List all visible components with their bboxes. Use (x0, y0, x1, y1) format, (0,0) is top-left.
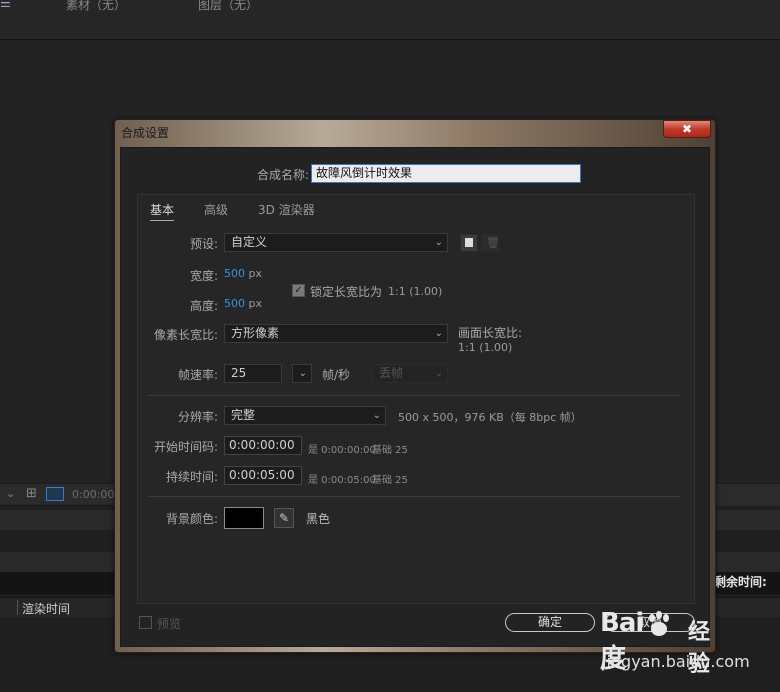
eyedropper-button[interactable]: ✎ (274, 508, 294, 528)
width-field[interactable]: 500 px (224, 267, 262, 280)
start-timecode-base: 基础 25 (372, 445, 408, 456)
frame-rate-unit: 帧/秒 (322, 368, 351, 382)
resolution-info: 500 x 500，976 KB（每 8bpc 帧） (398, 411, 582, 424)
panel-menu-icon[interactable]: ☰ (0, 0, 11, 10)
eyedropper-icon: ✎ (278, 511, 290, 525)
duration-label: 持续时间: (165, 470, 218, 484)
preview-label: 预览 (157, 617, 182, 631)
settings-panel: 基本 高级 3D 渲染器 预设: 自定义 ⌄ 🗑 宽度: 500 px 高度: … (137, 194, 695, 604)
ok-button[interactable]: 确定 (505, 613, 595, 632)
preset-dropdown[interactable]: 自定义 ⌄ (224, 233, 448, 252)
duration-input[interactable]: 0:00:05:00 (224, 466, 302, 485)
tab-material[interactable]: 素材（无） (66, 0, 126, 13)
tab-3d-renderer[interactable]: 3D 渲染器 (258, 201, 315, 218)
chevron-down-icon: ⌄ (298, 368, 307, 379)
start-timecode-input[interactable]: 0:00:00:00 (224, 436, 302, 455)
pixel-aspect-value: 方形像素 (231, 326, 280, 340)
width-value[interactable]: 500 (224, 267, 245, 280)
frame-rate-input[interactable]: 25 (224, 364, 282, 383)
bg-color-swatch[interactable] (224, 507, 264, 529)
tab-layer[interactable]: 图层（无） (198, 0, 258, 13)
height-label: 高度: (189, 299, 218, 313)
drop-frame-value: 丢帧 (379, 366, 404, 380)
watermark-url: jingyan.baidu.com (602, 652, 750, 671)
start-timecode-info: 是 0:00:00:00 (308, 445, 376, 456)
height-value[interactable]: 500 (224, 297, 245, 310)
resolution-label: 分辨率: (177, 410, 218, 424)
pixel-aspect-dropdown[interactable]: 方形像素 ⌄ (224, 324, 448, 343)
lock-aspect-checkbox[interactable]: ✓ (292, 284, 305, 297)
lock-aspect-label: 锁定长宽比为 (310, 285, 383, 299)
chevron-down-icon: ⌄ (434, 237, 443, 248)
dialog-body: 合成名称: 故障风倒计时效果 基本 高级 3D 渲染器 预设: 自定义 ⌄ 🗑 … (120, 147, 710, 647)
start-timecode-label: 开始时间码: (153, 440, 218, 454)
tab-basic[interactable]: 基本 (150, 201, 175, 221)
duration-info: 是 0:00:05:00 (308, 475, 376, 486)
divider (17, 600, 18, 615)
frame-rate-dropdown[interactable]: ⌄ (292, 364, 312, 383)
timeline-right-toolbar (715, 484, 780, 506)
divider (148, 395, 680, 396)
timeline-toolbar: ⌄ ⊞ 0:00:00 (0, 484, 115, 506)
tab-advanced[interactable]: 高级 (204, 201, 228, 218)
flowchart-icon[interactable]: ⊞ (26, 486, 37, 501)
save-preset-button[interactable] (460, 234, 478, 252)
close-button[interactable]: ✖ (663, 120, 711, 138)
comp-name-input[interactable]: 故障风倒计时效果 (311, 164, 581, 183)
paw-icon (649, 611, 669, 636)
duration-base: 基础 25 (372, 475, 408, 486)
composition-settings-dialog: 合成设置 ✖ 合成名称: 故障风倒计时效果 基本 高级 3D 渲染器 预设: 自… (114, 119, 716, 653)
close-icon: ✖ (681, 122, 693, 136)
composition-selected-icon[interactable] (46, 487, 64, 501)
dialog-title: 合成设置 (121, 126, 170, 140)
preset-label: 预设: (189, 237, 218, 251)
pixel-aspect-label: 像素长宽比: (153, 328, 218, 342)
comp-name-label: 合成名称: (256, 168, 309, 182)
preset-value: 自定义 (231, 235, 268, 249)
frame-aspect-label: 画面长宽比: (458, 326, 523, 340)
resolution-value: 完整 (231, 408, 256, 422)
width-label: 宽度: (189, 269, 218, 283)
chevron-down-icon: ⌄ (434, 328, 443, 339)
delete-preset-button[interactable]: 🗑 (481, 234, 500, 252)
remaining-time-label: 剩余时间: (714, 575, 767, 589)
frame-aspect-value: 1:1 (1.00) (458, 341, 513, 354)
save-icon (465, 238, 473, 247)
height-unit: px (248, 297, 263, 310)
bg-color-name: 黑色 (306, 512, 331, 526)
chevron-down-icon: ⌄ (434, 368, 443, 379)
chevron-down-icon: ⌄ (372, 410, 381, 421)
frame-rate-label: 帧速率: (177, 368, 218, 382)
height-field[interactable]: 500 px (224, 297, 262, 310)
width-unit: px (248, 267, 263, 280)
preview-checkbox[interactable] (139, 616, 152, 629)
lock-aspect-value: 1:1 (1.00) (388, 285, 443, 298)
trash-icon: 🗑 (486, 236, 500, 249)
drop-frame-dropdown: 丢帧 ⌄ (372, 364, 448, 383)
timeline-timecode[interactable]: 0:00:00 (72, 488, 114, 501)
render-time-label: 渲染时间 (22, 602, 71, 616)
divider (148, 496, 680, 497)
bg-color-label: 背景颜色: (165, 512, 218, 526)
frame-rate-value: 25 (231, 366, 247, 380)
chevron-down-icon[interactable]: ⌄ (6, 487, 15, 500)
panel-header-bar: ☰ 素材（无） 图层（无） (0, 0, 780, 40)
resolution-dropdown[interactable]: 完整 ⌄ (224, 406, 386, 425)
